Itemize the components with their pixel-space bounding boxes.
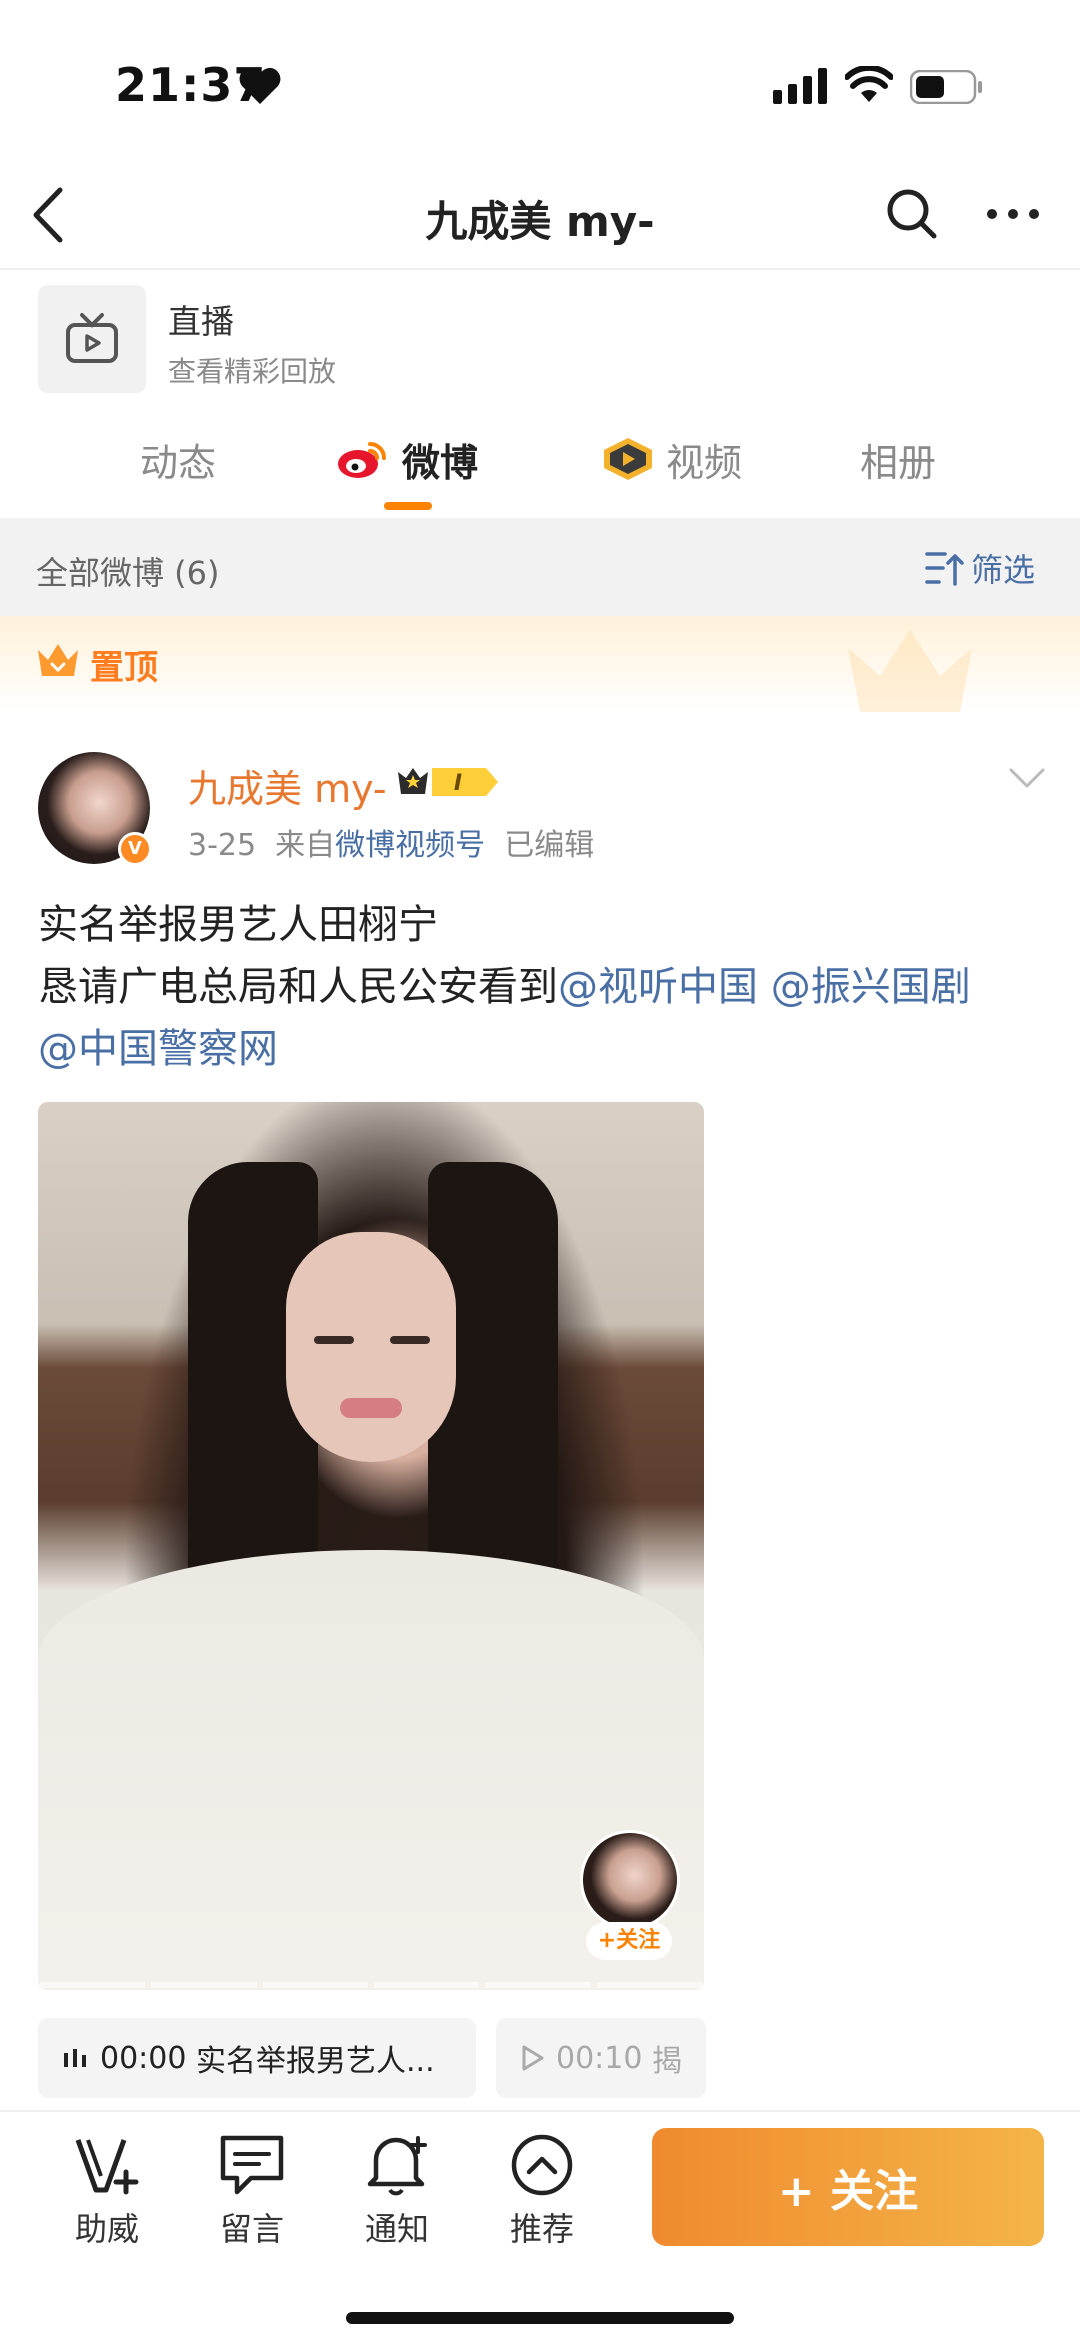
chip-title: 揭 xyxy=(652,2044,683,2079)
chip-time: 00:10 xyxy=(556,2040,643,2076)
post-source-prefix: 来自 xyxy=(275,828,336,863)
progress-segment xyxy=(262,1982,368,1988)
notify-button[interactable]: 通知 xyxy=(342,2132,452,2250)
video-content xyxy=(314,1336,354,1344)
message-label: 留言 xyxy=(219,2210,284,2248)
post-author-name[interactable]: 九成美 my- xyxy=(188,758,387,813)
status-bar: 21:37 xyxy=(0,0,1080,160)
pinned-label: 置顶 xyxy=(90,648,158,688)
tab-video[interactable]: 视频 xyxy=(666,432,742,487)
tab-feed[interactable]: 动态 xyxy=(140,432,216,487)
cheer-v-icon xyxy=(75,2139,139,2195)
weibo-logo-icon xyxy=(338,442,386,478)
pinned-banner: 置顶 xyxy=(0,616,1080,712)
live-subtitle: 查看精彩回放 xyxy=(168,355,337,388)
follow-button[interactable]: + 关注 xyxy=(652,2128,1044,2246)
home-indicator[interactable] xyxy=(346,2312,734,2324)
post-line-2: 恳请广电总局和人民公安看到 xyxy=(38,964,558,1010)
progress-segment xyxy=(40,1982,146,1988)
progress-segment xyxy=(596,1982,702,1988)
wifi-icon xyxy=(845,66,893,102)
more-icon[interactable] xyxy=(984,204,1042,224)
post-edited-label: 已编辑 xyxy=(504,828,595,863)
live-replay-entry[interactable]: 直播 查看精彩回放 xyxy=(38,285,1038,393)
post-text: 实名举报男艺人田栩宁 恳请广电总局和人民公安看到@视听中国 @振兴国剧 @中国警… xyxy=(38,894,1048,1080)
progress-segment xyxy=(373,1982,480,1988)
video-chapter-chip[interactable]: 00:10 揭 xyxy=(496,2018,706,2098)
chevron-down-icon[interactable] xyxy=(1008,766,1046,790)
video-channel-icon xyxy=(604,438,652,480)
battery-icon xyxy=(910,70,982,104)
post-source-link[interactable]: 微博视频号 xyxy=(335,828,485,863)
audio-bars-icon xyxy=(64,2049,86,2067)
progress-segment xyxy=(485,1982,591,1988)
post-line-1: 实名举报男艺人田栩宁 xyxy=(38,902,438,948)
tv-icon xyxy=(66,313,118,363)
profile-tabs: 动态 微博 视频 相册 xyxy=(0,420,1080,520)
chevron-up-circle-icon xyxy=(511,2134,573,2196)
post-meta: 3-25 来自微博视频号 已编辑 xyxy=(188,820,594,864)
notify-label: 通知 xyxy=(364,2210,429,2248)
video-progress-segments xyxy=(38,1982,704,1990)
message-icon xyxy=(220,2135,284,2195)
nav-bar: 九成美 my- xyxy=(0,160,1080,270)
post-date: 3-25 xyxy=(188,828,257,863)
post-count: 全部微博 (6) xyxy=(36,554,220,592)
mention-link[interactable]: @中国警察网 xyxy=(38,1026,278,1072)
cheer-label: 助威 xyxy=(74,2210,139,2248)
mention-link[interactable]: @视听中国 xyxy=(558,964,758,1010)
live-thumbnail xyxy=(38,285,146,393)
heart-icon xyxy=(239,68,281,104)
chip-title: 实名举报男艺人... xyxy=(196,2044,435,2079)
filter-button[interactable]: 筛选 xyxy=(925,546,1035,590)
video-player[interactable]: +关注 xyxy=(38,1102,704,1990)
mention-link[interactable]: @振兴国剧 xyxy=(771,964,971,1010)
message-button[interactable]: 留言 xyxy=(197,2132,307,2250)
crown-icon xyxy=(38,644,78,676)
video-content xyxy=(390,1336,430,1344)
filter-bar: 全部微博 (6) 筛选 xyxy=(0,518,1080,616)
search-icon[interactable] xyxy=(882,184,942,244)
creator-mini-avatar[interactable] xyxy=(580,1830,680,1930)
recommend-label: 推荐 xyxy=(509,2210,574,2248)
recommend-button[interactable]: 推荐 xyxy=(487,2132,597,2250)
cheer-button[interactable]: 助威 xyxy=(52,2132,162,2250)
vip-level-text: I xyxy=(454,771,462,796)
progress-segment xyxy=(151,1982,257,1988)
active-tab-indicator xyxy=(384,502,432,510)
crown-decoration-icon xyxy=(848,630,972,712)
filter-label: 筛选 xyxy=(971,551,1036,589)
tab-album[interactable]: 相册 xyxy=(860,432,936,487)
video-content xyxy=(340,1398,402,1418)
sort-filter-icon xyxy=(925,552,964,586)
bell-icon xyxy=(367,2136,427,2196)
mini-follow-button[interactable]: +关注 xyxy=(586,1922,672,1960)
chip-time: 00:00 xyxy=(100,2040,187,2076)
video-content xyxy=(286,1232,456,1462)
play-icon xyxy=(522,2045,544,2071)
vip-level-badge-icon[interactable]: I xyxy=(396,762,502,802)
live-title: 直播 xyxy=(168,302,234,341)
tab-weibo[interactable]: 微博 xyxy=(402,432,478,487)
cellular-signal-icon xyxy=(773,68,827,104)
video-chapter-chip[interactable]: 00:00 实名举报男艺人... xyxy=(38,2018,476,2098)
verified-badge-icon: V xyxy=(118,832,152,866)
